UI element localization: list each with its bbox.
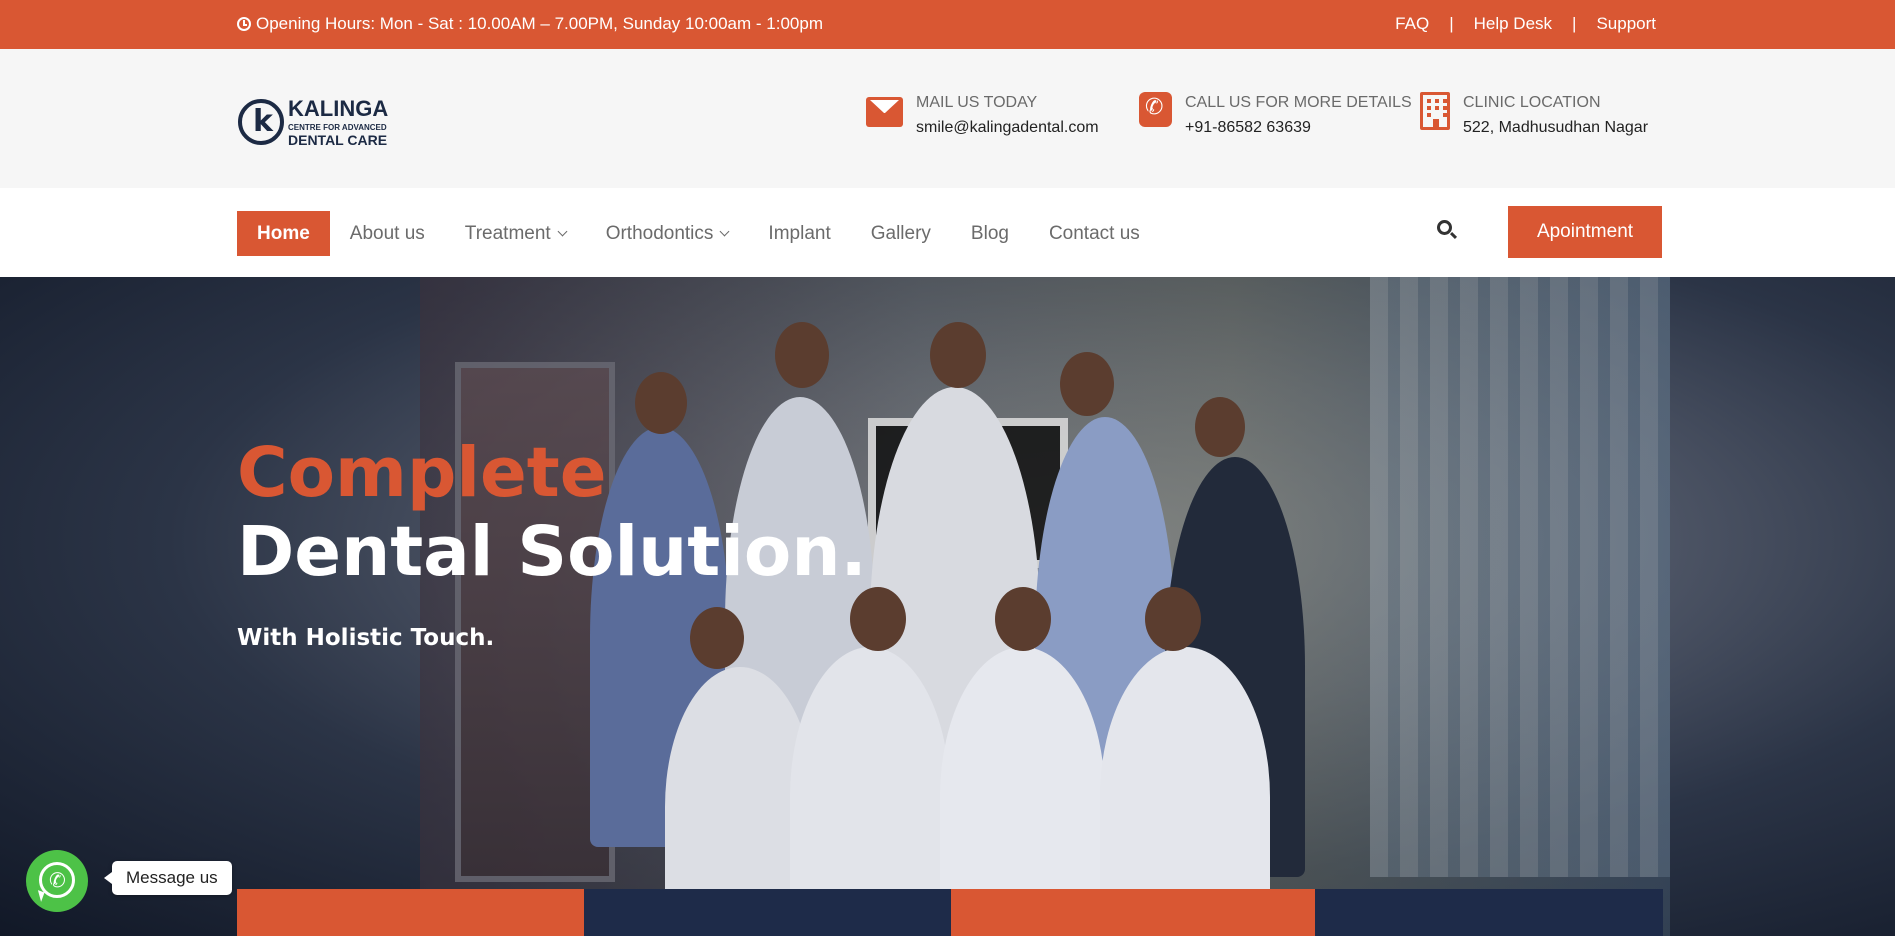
nav-item-orthodontics[interactable]: Orthodontics: [586, 211, 749, 256]
nav-item-about[interactable]: About us: [330, 211, 445, 256]
feature-block-1[interactable]: [237, 889, 584, 936]
logo-line-1: KALINGA: [288, 96, 389, 121]
nav-item-treatment[interactable]: Treatment: [445, 211, 586, 256]
main-nav: Home About us Treatment Orthodontics Imp…: [0, 188, 1895, 277]
hero-title-accent: Complete: [237, 433, 607, 513]
top-bar: Opening Hours: Mon - Sat : 10.00AM – 7.0…: [0, 0, 1895, 49]
location-value: 522, Madhusudhan Nagar: [1463, 119, 1649, 136]
mail-value[interactable]: smile@kalingadental.com: [916, 119, 1099, 137]
separator: |: [1449, 14, 1454, 33]
feature-blocks: [237, 889, 1663, 936]
chevron-down-icon: [557, 226, 568, 237]
header: k KALINGA CENTRE FOR ADVANCED DENTAL CAR…: [0, 49, 1895, 188]
nav-menu: Home About us Treatment Orthodontics Imp…: [237, 211, 1160, 256]
chevron-down-icon: [719, 226, 730, 237]
logo[interactable]: k KALINGA CENTRE FOR ADVANCED DENTAL CAR…: [238, 96, 388, 148]
opening-hours: Opening Hours: Mon - Sat : 10.00AM – 7.0…: [237, 14, 823, 34]
whatsapp-icon: ✆: [39, 862, 75, 898]
phone-icon: ✆: [1139, 92, 1172, 127]
hero-title-main: Dental Solution.: [237, 511, 867, 592]
separator: |: [1572, 14, 1577, 33]
hero-banner: Complete Dental Solution. With Holistic …: [0, 277, 1895, 936]
appointment-button[interactable]: Apointment: [1508, 206, 1662, 258]
mail-info: MAIL US TODAY smile@kalingadental.com: [866, 92, 1099, 137]
call-label: CALL US FOR MORE DETAILS: [1185, 94, 1412, 111]
opening-hours-text: Opening Hours: Mon - Sat : 10.00AM – 7.0…: [256, 14, 823, 33]
whatsapp-button[interactable]: ✆: [26, 850, 88, 912]
location-info: CLINIC LOCATION 522, Madhusudhan Nagar: [1420, 92, 1648, 137]
envelope-icon: [866, 97, 903, 127]
nav-item-blog[interactable]: Blog: [951, 211, 1029, 256]
location-label: CLINIC LOCATION: [1463, 94, 1601, 111]
window-blinds: [1370, 277, 1670, 877]
help-desk-link[interactable]: Help Desk: [1474, 14, 1552, 34]
feature-block-3[interactable]: [951, 889, 1315, 936]
mail-label: MAIL US TODAY: [916, 94, 1038, 111]
feature-block-2[interactable]: [584, 889, 951, 936]
building-icon: [1420, 92, 1450, 130]
logo-line-2: CENTRE FOR ADVANCED: [288, 123, 387, 132]
search-icon[interactable]: [1437, 220, 1459, 242]
nav-item-contact[interactable]: Contact us: [1029, 211, 1160, 256]
nav-item-home[interactable]: Home: [237, 211, 330, 256]
nav-item-gallery[interactable]: Gallery: [851, 211, 951, 256]
logo-line-3: DENTAL CARE: [288, 132, 388, 148]
feature-block-4[interactable]: [1315, 889, 1663, 936]
hero-subtitle: With Holistic Touch.: [237, 624, 495, 651]
support-link[interactable]: Support: [1596, 14, 1656, 34]
logo-text: KALINGA CENTRE FOR ADVANCED DENTAL CARE: [288, 96, 388, 148]
hero-text: Complete Dental Solution. With Holistic …: [237, 432, 867, 651]
whatsapp-label[interactable]: Message us: [104, 861, 232, 895]
logo-mark-icon: k: [238, 99, 284, 145]
call-value[interactable]: +91-86582 63639: [1185, 119, 1412, 137]
faq-link[interactable]: FAQ: [1395, 14, 1429, 34]
nav-item-implant[interactable]: Implant: [748, 211, 850, 256]
clock-icon: [237, 17, 251, 31]
top-links: FAQ | Help Desk | Support: [1395, 14, 1656, 34]
call-info: ✆ CALL US FOR MORE DETAILS +91-86582 636…: [1139, 92, 1412, 137]
